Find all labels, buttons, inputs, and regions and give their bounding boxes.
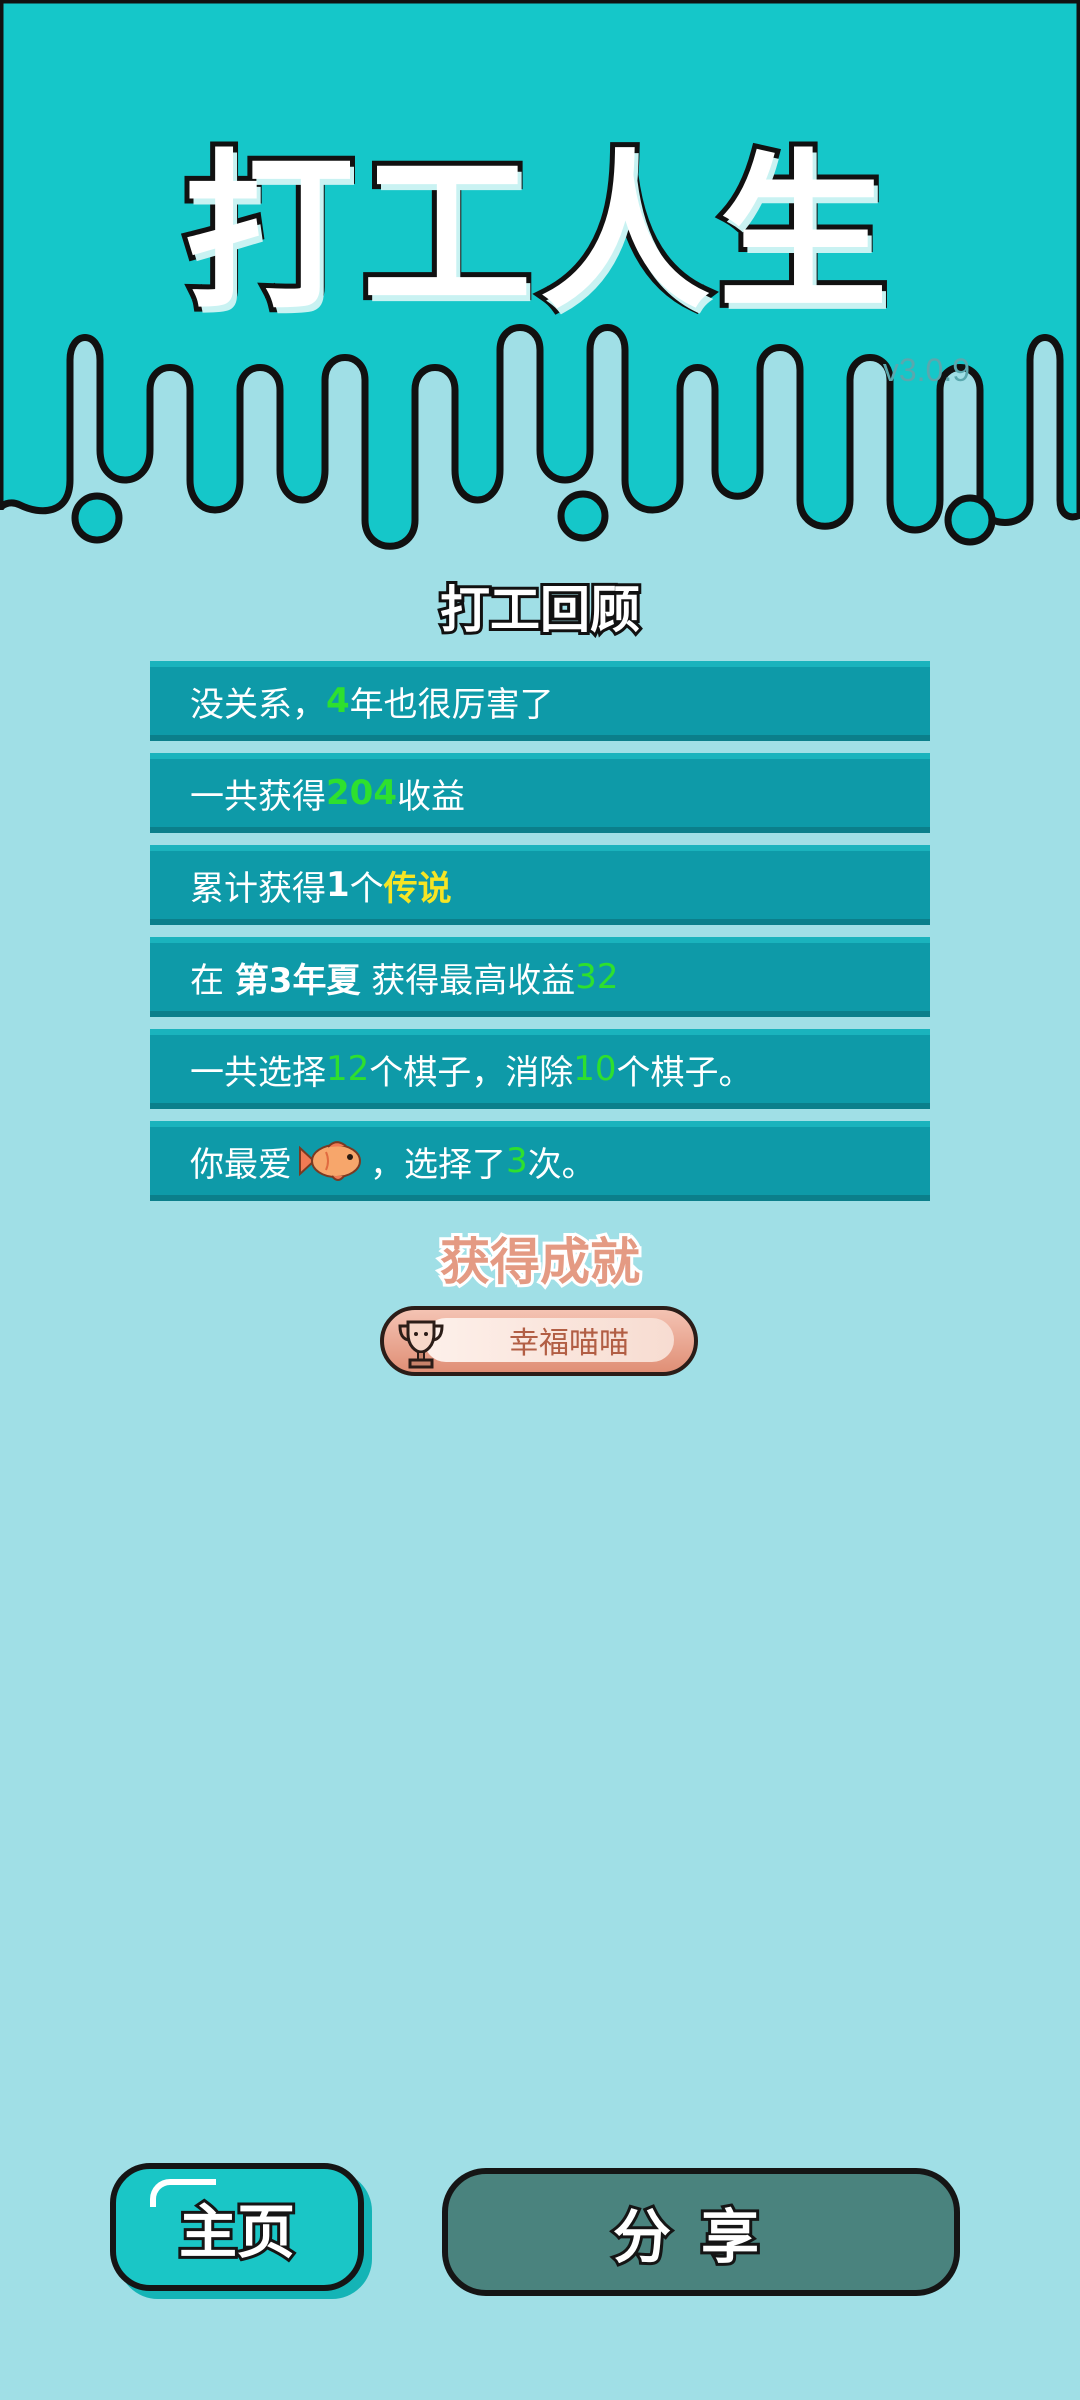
review-value: 4 (326, 681, 350, 721)
button-shine (150, 2179, 216, 2207)
review-value: 12 (326, 1049, 370, 1089)
review-text: 获得最高收益 (360, 960, 576, 1001)
review-text: ，选择了 (370, 1144, 506, 1185)
review-text: 没关系， (190, 684, 326, 725)
review-text: 在 (190, 960, 235, 1001)
trophy-icon (398, 1320, 444, 1369)
review-text: 累计获得 (190, 868, 326, 909)
achievements-title: 获得成就 (437, 1230, 643, 1294)
review-item-best-season: 在 第3年夏 获得最高收益 32 (150, 937, 930, 1017)
review-text: 你最爱 (190, 1144, 292, 1185)
achievement-badge-label: 幸福喵喵 (424, 1318, 674, 1362)
review-text: 个棋子。 (616, 1052, 753, 1093)
header: 打工人生 v3.0.9 (0, 0, 1080, 560)
review-item-years: 没关系， 4 年也很厉害了 (150, 661, 930, 741)
app-title: 打工人生 (179, 130, 896, 338)
review-text: 次。 (527, 1144, 596, 1185)
review-text: 个棋子，消除 (369, 1052, 574, 1093)
review-value: 32 (575, 957, 619, 997)
fish-icon (299, 1141, 361, 1181)
review-value: 10 (573, 1049, 617, 1089)
review-value: 3 (506, 1141, 528, 1181)
review-value: 204 (326, 773, 397, 813)
review-value: 1 (326, 865, 350, 905)
review-text: 一共获得 (190, 776, 326, 817)
review-item-favorite: 你最爱 ，选择了 3 次。 (150, 1121, 930, 1201)
review-item-legend: 累计获得 1 个 传说 (150, 845, 930, 925)
share-button-label: 分享 (610, 2200, 789, 2274)
review-text: 个 (349, 868, 384, 909)
review-season: 第3年夏 (234, 960, 361, 1001)
achievement-badge[interactable]: 幸福喵喵 (380, 1306, 698, 1376)
review-list: 没关系， 4 年也很厉害了 一共获得 204 收益 累计获得 1 个 传说 在 … (150, 661, 930, 1213)
review-title: 打工回顾 (437, 578, 643, 642)
share-button[interactable]: 分享 (442, 2168, 960, 2296)
review-item-pieces: 一共选择 12 个棋子，消除 10 个棋子。 (150, 1029, 930, 1109)
review-text: 年也很厉害了 (349, 684, 554, 725)
review-text: 收益 (396, 776, 465, 817)
version-label: v3.0.9 (882, 352, 970, 388)
home-button[interactable]: 主页 (110, 2163, 364, 2291)
review-highlight: 传说 (383, 868, 452, 909)
review-text: 一共选择 (190, 1052, 326, 1093)
review-item-income: 一共获得 204 收益 (150, 753, 930, 833)
